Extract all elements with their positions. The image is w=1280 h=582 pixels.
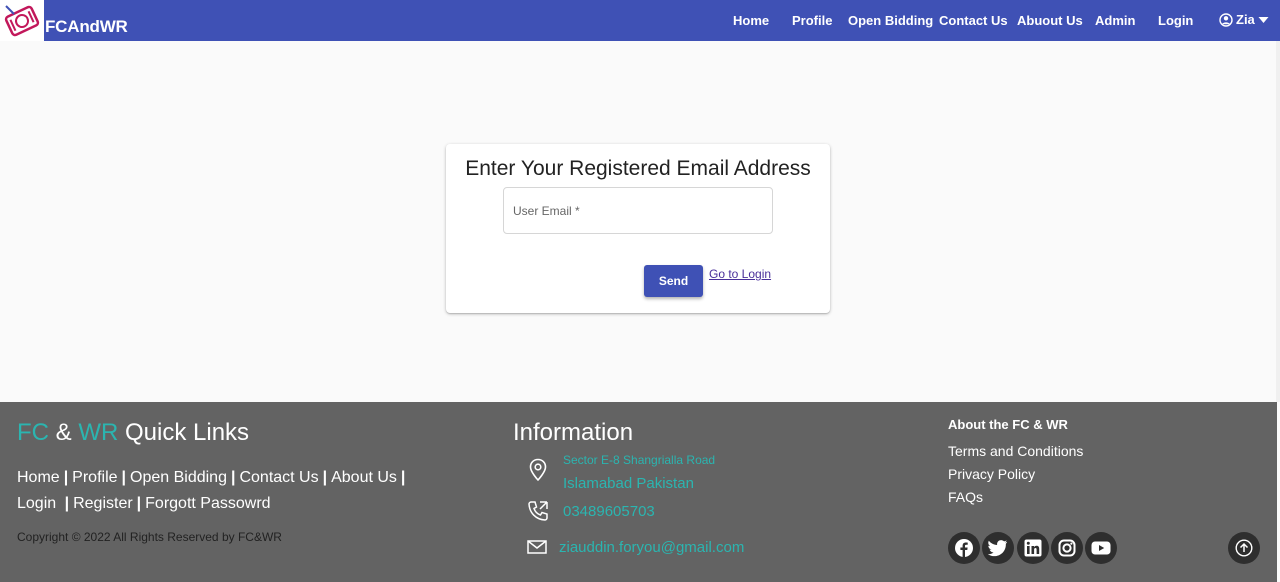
privacy-policy-link[interactable]: Privacy Policy	[948, 466, 1035, 482]
nav-home[interactable]: Home	[733, 13, 769, 28]
nav-login[interactable]: Login	[1158, 13, 1193, 28]
copyright-text: Copyright © 2022 All Rights Reserved by …	[17, 530, 282, 544]
user-circle-icon	[1219, 12, 1233, 27]
about-title: About the FC & WR	[948, 417, 1068, 432]
top-navbar: FCAndWR Home Profile Open Bidding Contac…	[0, 0, 1280, 41]
quick-links-row-2: Login | Register | Forgott Passowrd	[17, 495, 271, 512]
nav-contact-us[interactable]: Contact Us	[939, 13, 1008, 28]
linkedin-icon[interactable]	[1017, 532, 1049, 564]
arrow-up-circle-icon	[1235, 539, 1253, 557]
email-address[interactable]: ziauddin.foryou@gmail.com	[559, 539, 744, 556]
phone-icon	[526, 499, 550, 528]
email-field[interactable]	[503, 187, 773, 234]
back-to-top-button[interactable]	[1228, 532, 1260, 564]
nav-about-us[interactable]: Abuout Us	[1017, 13, 1083, 28]
terms-link[interactable]: Terms and Conditions	[948, 443, 1083, 459]
twitter-icon[interactable]	[982, 532, 1014, 564]
user-name: Zia	[1236, 12, 1255, 27]
footer-link-login[interactable]: Login	[17, 495, 56, 512]
nav-open-bidding[interactable]: Open Bidding	[848, 13, 933, 28]
address-line-1: Sector E-8 Shangrialla Road	[563, 453, 716, 467]
nav-admin[interactable]: Admin	[1095, 13, 1135, 28]
reset-email-card: Enter Your Registered Email Address Send…	[446, 144, 830, 313]
footer-link-forgot-password[interactable]: Forgott Passowrd	[145, 495, 270, 512]
logo-icon[interactable]	[0, 0, 44, 41]
user-menu[interactable]: Zia	[1219, 12, 1269, 27]
caret-down-icon	[1258, 16, 1269, 24]
location-pin-icon	[528, 458, 548, 487]
footer-link-register[interactable]: Register	[73, 495, 133, 512]
brand-name[interactable]: FCAndWR	[45, 17, 128, 37]
instagram-icon[interactable]	[1051, 532, 1083, 564]
phone-number[interactable]: 03489605703	[563, 503, 655, 520]
facebook-icon[interactable]	[948, 532, 980, 564]
footer-link-contact-us[interactable]: Contact Us	[239, 469, 318, 486]
card-title: Enter Your Registered Email Address	[465, 157, 811, 180]
email-input[interactable]	[504, 188, 772, 233]
footer-link-profile[interactable]: Profile	[72, 469, 117, 486]
youtube-icon[interactable]	[1085, 532, 1117, 564]
address-line-2: Islamabad Pakistan	[563, 475, 694, 492]
nav-profile[interactable]: Profile	[792, 13, 832, 28]
footer-link-about-us[interactable]: About Us	[331, 469, 397, 486]
footer: FC & WR Quick Links Home | Profile | Open Bi…	[0, 402, 1277, 582]
scrollbar-track[interactable]	[1276, 41, 1280, 402]
mail-icon	[527, 539, 547, 560]
footer-link-home[interactable]: Home	[17, 469, 60, 486]
quick-links-title: FC & WR Quick Links	[17, 419, 250, 446]
send-button[interactable]: Send	[644, 265, 703, 297]
footer-link-open-bidding[interactable]: Open Bidding	[130, 469, 227, 486]
quick-links-row-1: Home | Profile | Open Bidding | Contact Us | Abo…	[17, 469, 406, 486]
go-to-login-link[interactable]: Go to Login	[709, 267, 771, 281]
faqs-link[interactable]: FAQs	[948, 489, 983, 505]
information-title: Information	[513, 419, 634, 446]
